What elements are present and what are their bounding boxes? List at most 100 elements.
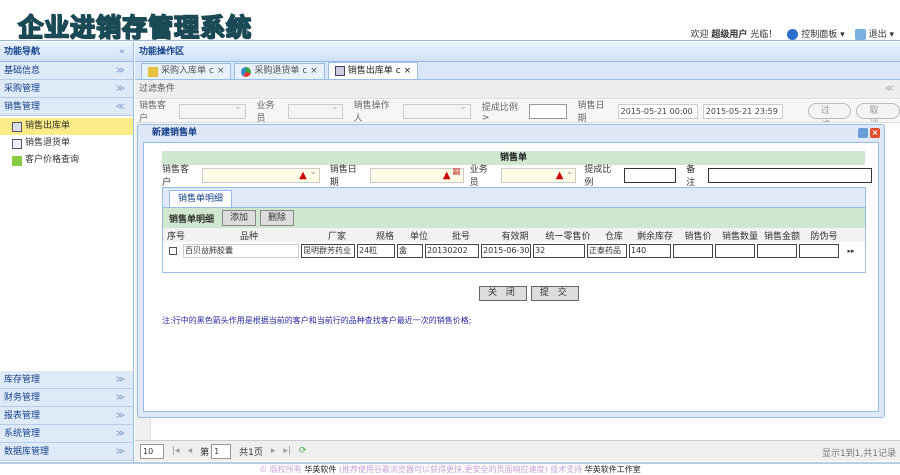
close-button[interactable]: 关 闭 [479,286,527,301]
item-label: 销售退货单 [25,138,71,148]
page-size-select[interactable]: 10 [140,443,164,459]
column-header: 统一零售价 [545,231,591,242]
tab-sales-out[interactable]: 销售出库单 c × [327,62,419,79]
form-title: 销售单 [162,151,865,165]
close-icon[interactable]: c × [396,64,411,79]
sidebar-section-database[interactable]: 数据库管理 ≫ [0,443,133,461]
collapse-icon[interactable]: « [119,42,125,62]
welcome-text: 欢迎 超级用户 光临！ [690,27,777,40]
last-page-icon[interactable]: ▸| [283,446,291,456]
column-header: 厂家 [327,231,346,242]
column-header: 销售金额 [763,231,800,242]
unit-field[interactable]: 盒 [397,244,423,258]
tab-purchase-return[interactable]: 采购退货单 c × [234,63,325,79]
sidebar-item-sales-return[interactable]: 销售退货单 [0,135,133,152]
sidebar-section-basic[interactable]: 基础信息 ≫ [0,62,133,80]
chevron-down-icon: ≫ [115,447,125,457]
prev-page-icon[interactable]: ◂ [188,446,193,456]
close-icon[interactable]: c × [302,64,317,79]
section-label: 财务管理 [4,393,41,403]
quantity-input[interactable] [715,244,755,258]
ratio-input[interactable] [624,167,677,183]
chevron-up-icon[interactable]: ≪ [885,80,894,99]
row-checkbox[interactable] [169,247,177,255]
sidebar-item-sales-out[interactable]: 销售出库单 [0,118,133,135]
customer-label: 销售客户 [162,165,190,188]
remark-input[interactable] [708,167,872,183]
welcome-suffix: 光临！ [750,30,778,40]
next-page-icon[interactable]: ▸ [271,446,276,456]
control-panel-menu[interactable]: 控制面板 ▾ [787,27,845,40]
amount-input[interactable] [757,244,797,258]
chart-icon [241,66,252,77]
ratio-input[interactable] [529,103,567,119]
stock-field[interactable]: 140 [629,244,671,258]
salesman-label: 业务员 [469,165,488,188]
sidebar-item-customer-price[interactable]: 客户价格查询 [0,152,133,169]
add-row-button[interactable]: 添加 [222,210,257,226]
sidebar-title-text: 功能导航 [4,47,41,57]
chevron-down-icon: ≫ [115,429,125,439]
product-select[interactable]: 百贝益肺胶囊 [183,244,299,258]
welcome-prefix: 欢迎 [690,30,709,40]
section-label: 报表管理 [4,411,41,421]
first-page-icon[interactable]: |◂ [172,446,180,456]
operator-select[interactable] [402,102,471,119]
close-icon[interactable]: × [870,128,880,138]
maker-field[interactable]: 昆明群芳药业 [301,244,355,258]
logout-menu[interactable]: 退出 ▾ [854,27,894,40]
date-label: 销售日期 [577,101,605,124]
sale-price-input[interactable] [673,244,713,258]
date-input[interactable]: ▲ ▦ [369,167,464,183]
app-logo: 企业进销存管理系统 [17,12,253,43]
salesman-select[interactable]: ▲ ⌄ [500,167,577,183]
form-icon [12,121,22,132]
sidebar: 功能导航 « 基础信息 ≫ 采购管理 ≫ 销售管理 ≪ 销售出库单 销售退货单 客户价格… [0,42,134,462]
sidebar-section-purchase[interactable]: 采购管理 ≫ [0,80,133,98]
filter-button[interactable]: 过滤 [807,103,852,130]
tab-label: 采购入库单 [161,66,207,76]
filter-header: 过滤条件 ≪ [135,80,900,99]
warehouse-field[interactable]: 正泰药品 [587,244,627,258]
salesman-select[interactable] [287,102,343,119]
submit-button[interactable]: 提 交 [530,286,579,301]
cancel-button[interactable]: 取消 [856,103,900,130]
customer-select[interactable]: ▲ ⌄ [201,167,320,183]
sidebar-section-sales[interactable]: 销售管理 ≪ [0,98,133,116]
spec-field[interactable]: 24粒 [357,244,395,258]
date-from-input[interactable]: 2015-05-21 00:00 [617,103,698,119]
expiry-field[interactable]: 2015-06-30 [481,244,531,258]
sidebar-section-inventory[interactable]: 库存管理 ≫ [0,371,133,389]
sidebar-section-reports[interactable]: 报表管理 ≫ [0,407,133,425]
column-header: 单位 [409,231,428,242]
page-input[interactable]: 1 [211,443,232,459]
detail-toolbar: 销售单明细 添加 删除 [163,208,865,228]
form-icon [148,66,158,77]
customer-select[interactable] [179,102,246,119]
tab-bar: 采购入库单 c × 采购退货单 c × 销售出库单 c × [135,62,900,80]
tab-sales-detail[interactable]: 销售单明细 [169,190,233,207]
sidebar-section-finance[interactable]: 财务管理 ≫ [0,389,133,407]
close-icon[interactable]: c × [209,64,224,79]
section-label: 库存管理 [4,375,41,385]
retail-price-field[interactable]: 32 [533,244,585,258]
lookup-price-arrow-icon[interactable]: ▸▸ [841,247,861,255]
delete-row-button[interactable]: 删除 [260,210,295,226]
sidebar-section-system[interactable]: 系统管理 ≫ [0,425,133,443]
column-header: 批号 [451,231,470,242]
form-header-row: 销售客户 ▲ ⌄ 销售日期 ▲ ▦ 业务员 ▲ ⌄ 提成比例 备注 [162,165,872,188]
operator-label: 销售操作人 [353,101,390,124]
batch-field[interactable]: 20130202 [425,244,479,258]
price-icon [12,155,22,166]
antifake-input[interactable] [799,244,839,258]
chevron-down-icon: ≫ [115,84,125,94]
help-icon [787,29,799,40]
chevron-down-icon: ≫ [115,375,125,385]
column-header: 规格 [375,231,394,242]
support-label: 技术支持 [550,465,583,474]
maximize-icon[interactable] [858,128,868,138]
refresh-icon[interactable]: ⟳ [299,446,307,456]
logout-icon [854,29,866,40]
tab-purchase-in[interactable]: 采购入库单 c × [141,63,232,79]
date-to-input[interactable]: 2015-05-21 23:59 [702,103,783,119]
